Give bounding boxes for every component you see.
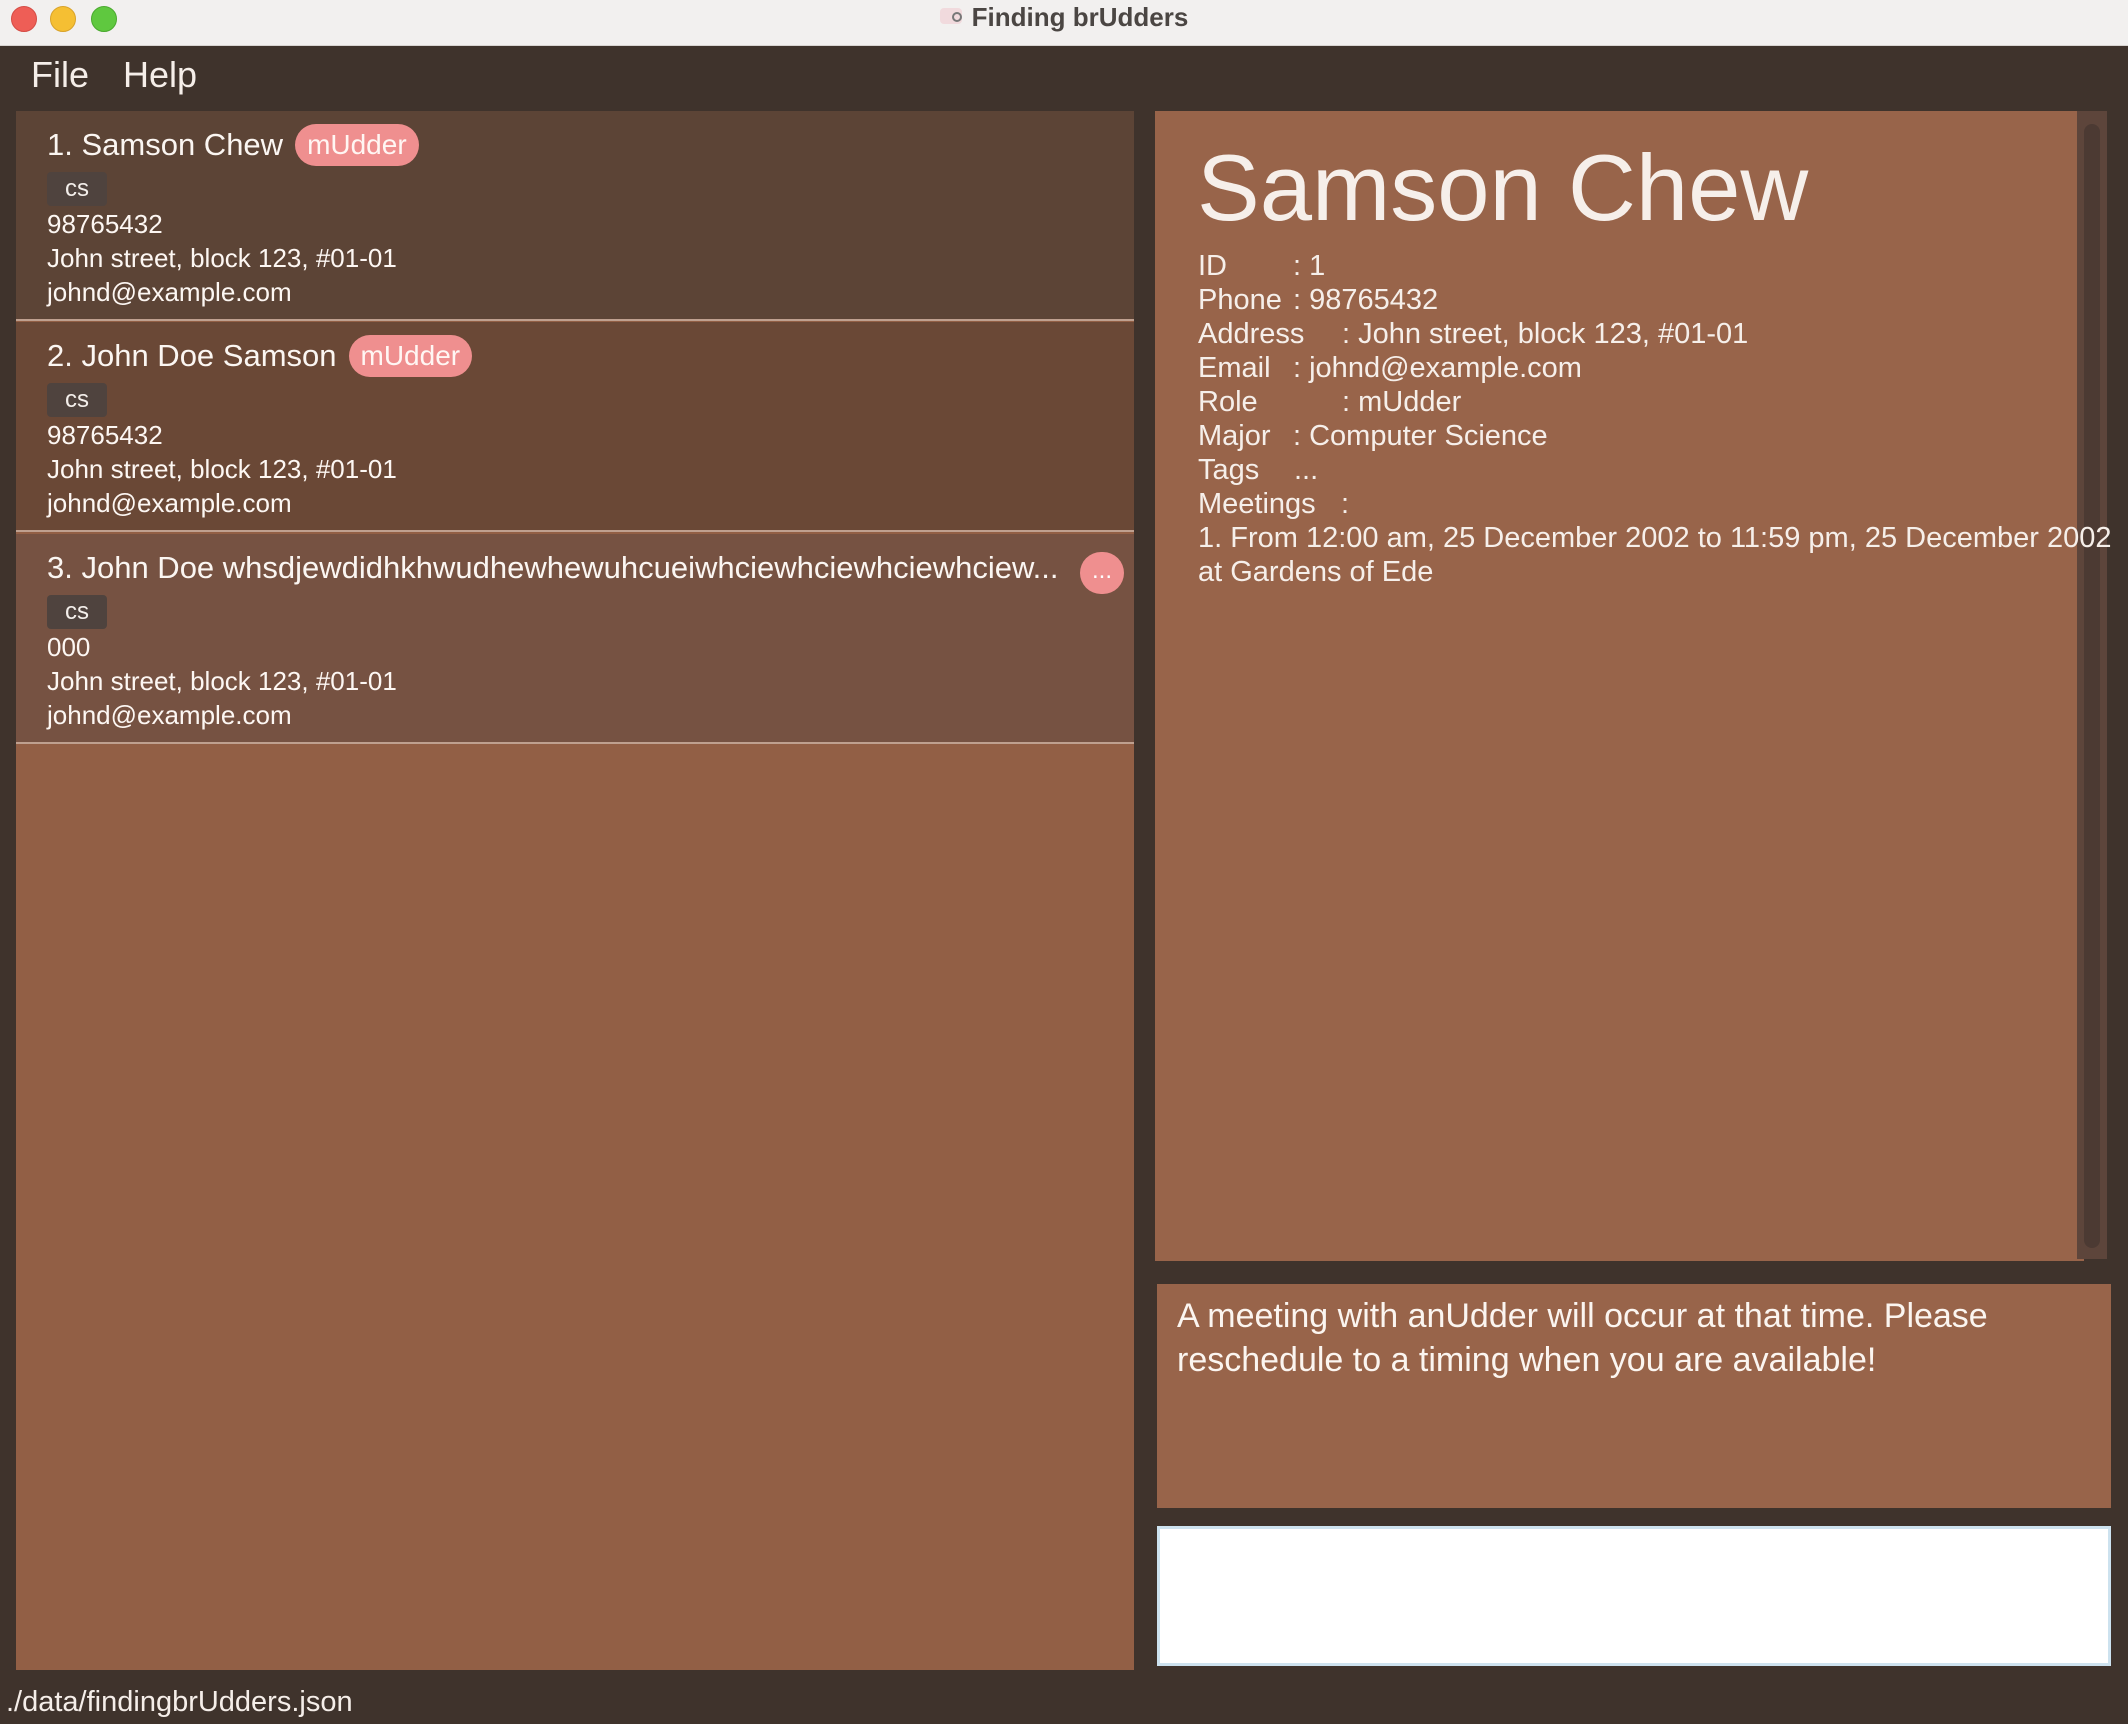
detail-label-role: Role [1198, 386, 1258, 418]
detail-value-major: : Computer Science [1293, 420, 1548, 452]
person-phone: 98765432 [47, 420, 163, 450]
role-badge: mUdder [348, 335, 473, 377]
title-bar: Finding brUdders [0, 0, 2128, 46]
menu-bar: File Help [0, 46, 2128, 108]
detail-label-meetings: Meetings [1198, 488, 1316, 520]
result-line-2: reschedule to a timing when you are avai… [1177, 1341, 1877, 1379]
person-card[interactable]: 1. Samson Chew mUdder cs 98765432 John s… [16, 111, 1134, 321]
tag-chip: cs [47, 172, 107, 206]
person-email: johnd@example.com [47, 277, 292, 307]
detail-value-meetings: : [1341, 488, 1350, 520]
detail-scrollbar-thumb[interactable] [2084, 124, 2100, 1248]
person-address: John street, block 123, #01-01 [47, 454, 397, 484]
person-email: johnd@example.com [47, 488, 292, 518]
detail-value-email: : johnd@example.com [1293, 352, 1582, 384]
person-phone: 000 [47, 632, 91, 662]
result-line-1: A meeting with anUdder will occur at tha… [1177, 1297, 1988, 1335]
detail-label-tags: Tags [1198, 454, 1260, 486]
meeting-location: at Gardens of Ede [1198, 556, 1434, 588]
detail-label-major: Major [1198, 420, 1271, 452]
app-icon [939, 8, 962, 25]
detail-value-phone: : 98765432 [1293, 284, 1439, 316]
detail-value-tags: ... [1294, 454, 1319, 486]
detail-label-address: Address [1198, 318, 1305, 350]
result-display: A meeting with anUdder will occur at tha… [1157, 1284, 2111, 1508]
tag-chip: cs [47, 383, 107, 417]
person-list[interactable]: 1. Samson Chew mUdder cs 98765432 John s… [16, 111, 1134, 1670]
window-title-text: Finding brUdders [971, 2, 1189, 32]
detail-name: Samson Chew [1197, 135, 1809, 240]
role-badge: mUdder [295, 124, 419, 166]
person-address: John street, block 123, #01-01 [47, 666, 397, 696]
window-title: Finding brUdders [0, 0, 2128, 34]
detail-value-id: : 1 [1293, 250, 1326, 282]
detail-label-email: Email [1198, 352, 1271, 384]
detail-value-address: : John street, block 123, #01-01 [1342, 318, 1749, 350]
person-phone: 98765432 [47, 209, 163, 239]
detail-label-id: ID [1198, 250, 1227, 282]
person-name: 3. John Doe whsdjewdidhkhwudhewhewuhcuei… [47, 550, 1059, 585]
menu-file[interactable]: File [31, 54, 89, 96]
detail-label-phone: Phone [1198, 284, 1282, 316]
detail-value-role: : mUdder [1342, 386, 1462, 418]
role-badge: ... [1080, 552, 1124, 594]
person-card[interactable]: 2. John Doe Samson mUdder cs 98765432 Jo… [16, 322, 1134, 532]
command-input[interactable] [1157, 1526, 2111, 1666]
meeting-entry: 1. From 12:00 am, 25 December 2002 to 11… [1198, 522, 2112, 554]
person-card[interactable]: 3. John Doe whsdjewdidhkhwudhewhewuhcuei… [16, 534, 1134, 744]
person-address: John street, block 123, #01-01 [47, 243, 397, 273]
person-name: 1. Samson Chew [47, 127, 284, 162]
tag-chip: cs [47, 595, 107, 629]
person-name: 2. John Doe Samson [47, 338, 337, 373]
person-email: johnd@example.com [47, 700, 292, 730]
menu-help[interactable]: Help [123, 54, 197, 96]
status-bar-file-path: ./data/findingbrUdders.json [6, 1686, 353, 1718]
